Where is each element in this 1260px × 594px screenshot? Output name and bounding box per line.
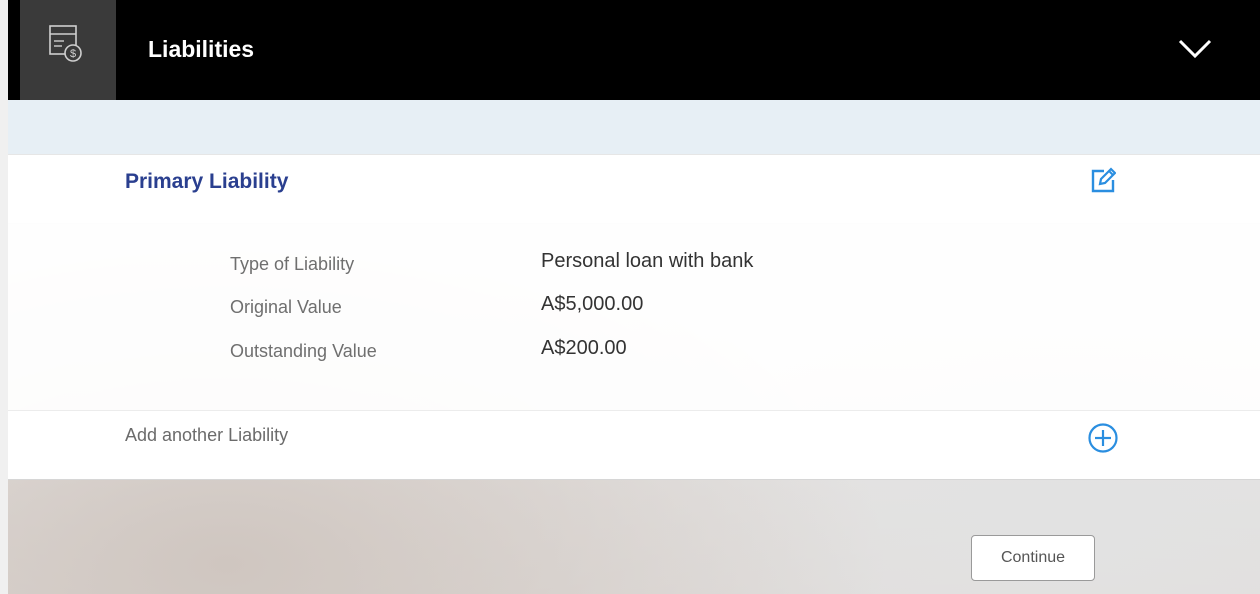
liability-card-header: Primary Liability <box>8 154 1260 224</box>
detail-row-outstanding: Outstanding Value A$200.00 <box>8 335 1260 365</box>
section-title: Liabilities <box>148 36 255 62</box>
liability-name: Primary Liability <box>125 170 289 193</box>
detail-label: Original Value <box>230 297 342 317</box>
detail-label: Type of Liability <box>230 254 355 274</box>
section-icon-box: $ <box>20 0 116 100</box>
svg-text:$: $ <box>70 48 76 60</box>
liability-details: Type of Liability Personal loan with ban… <box>8 223 1260 410</box>
detail-row-original: Original Value A$5,000.00 <box>8 291 1260 321</box>
detail-label: Outstanding Value <box>230 341 377 361</box>
add-liability-label: Add another Liability <box>125 425 289 445</box>
detail-row-type: Type of Liability Personal loan with ban… <box>8 248 1260 278</box>
detail-value: Personal loan with bank <box>541 250 754 272</box>
detail-value: A$5,000.00 <box>541 293 644 315</box>
edit-icon[interactable] <box>1090 164 1116 194</box>
bill-dollar-icon: $ <box>49 25 82 62</box>
chevron-down-icon[interactable] <box>1178 38 1212 60</box>
info-band <box>8 100 1260 154</box>
continue-button[interactable]: Continue <box>971 535 1095 581</box>
add-circle-icon[interactable] <box>1087 422 1119 454</box>
detail-value: A$200.00 <box>541 337 627 359</box>
left-frame <box>0 0 8 594</box>
section-header[interactable]: $ Liabilities <box>8 0 1260 100</box>
add-liability-row[interactable]: Add another Liability <box>8 410 1260 480</box>
